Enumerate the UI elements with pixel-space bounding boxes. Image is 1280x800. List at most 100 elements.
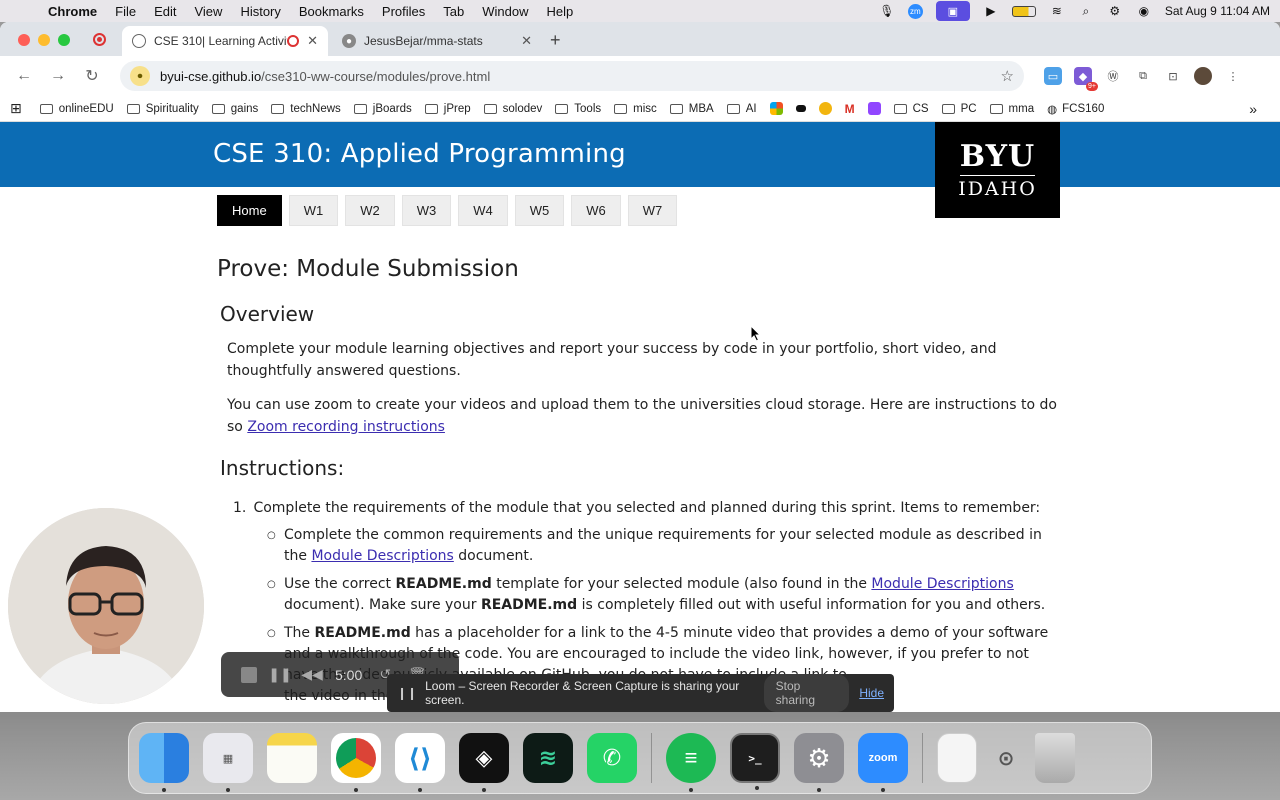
bookmark-yellow-icon[interactable] [818, 102, 832, 115]
menu-history[interactable]: History [231, 4, 289, 19]
microphone-icon[interactable]: 🎙 [879, 4, 895, 18]
stop-sharing-button[interactable]: Stop sharing [763, 674, 850, 712]
address-bar[interactable]: ⏺ byui-cse.github.io /cse310-ww-course/m… [120, 61, 1024, 91]
zoom-instructions-link[interactable]: Zoom recording instructions [247, 419, 445, 435]
rewind-icon[interactable]: ◀◀ [301, 666, 323, 684]
bookmark-onlineedu[interactable]: onlineEDU [39, 103, 114, 115]
launchpad-icon[interactable]: ▦ [203, 733, 253, 792]
more-bookmarks-icon[interactable]: » [1249, 101, 1257, 117]
bookmark-pc[interactable]: PC [941, 103, 977, 115]
trash-icon[interactable] [1035, 733, 1075, 783]
site-title[interactable]: CSE 310: Applied Programming [213, 139, 626, 169]
menu-app-name[interactable]: Chrome [46, 4, 106, 19]
menu-dots-icon[interactable]: ⋮ [1224, 67, 1242, 85]
minimize-window-button[interactable] [38, 34, 50, 46]
bookmark-mba[interactable]: MBA [669, 103, 714, 115]
close-tab-icon[interactable]: ✕ [307, 33, 318, 49]
bookmark-mma[interactable]: mma [989, 103, 1034, 115]
menu-view[interactable]: View [185, 4, 231, 19]
spotify-icon[interactable]: ≡ [666, 733, 716, 792]
screen-record-icon[interactable]: ▣ [935, 1, 970, 21]
download-stack-icon[interactable]: ⊙ [991, 733, 1021, 783]
bookmark-tools[interactable]: Tools [555, 103, 601, 115]
notes-icon[interactable] [267, 733, 317, 783]
wifi-icon[interactable]: ≋ [1049, 4, 1065, 18]
control-center-icon[interactable]: ⚙ [1107, 4, 1123, 18]
tab-mma-stats[interactable]: ● JesusBejar/mma-stats ✕ [332, 26, 542, 56]
menu-file[interactable]: File [106, 4, 145, 19]
twitch-icon[interactable] [867, 102, 881, 115]
recording-indicator-icon[interactable] [93, 33, 106, 46]
bookmark-jboards[interactable]: jBoards [353, 103, 412, 115]
menu-window[interactable]: Window [473, 4, 537, 19]
bookmark-cs[interactable]: CS [893, 103, 929, 115]
bookmark-star-icon[interactable]: ☆ [1001, 67, 1014, 85]
menu-bookmarks[interactable]: Bookmarks [290, 4, 373, 19]
bookmark-technews[interactable]: techNews [271, 103, 341, 115]
bookmark-gains[interactable]: gains [211, 103, 258, 115]
vscode-icon[interactable]: ⟨⟩ [395, 733, 445, 792]
nav-w2[interactable]: W2 [345, 195, 395, 226]
nav-w1[interactable]: W1 [288, 195, 339, 226]
extensions-puzzle-icon[interactable]: ⧉ [1134, 67, 1152, 85]
wordpress-icon[interactable]: Ⓦ [1104, 67, 1122, 85]
settings-icon[interactable]: ⚙ [794, 733, 844, 792]
menu-help[interactable]: Help [538, 4, 583, 19]
new-tab-icon[interactable]: + [550, 30, 561, 51]
whatsapp-icon[interactable]: ✆ [587, 733, 637, 783]
nav-w5[interactable]: W5 [514, 195, 565, 226]
finder-icon[interactable] [139, 733, 189, 792]
nav-home[interactable]: Home [217, 195, 282, 226]
app-icon[interactable]: ≋ [523, 733, 573, 783]
search-icon[interactable]: ⌕ [1078, 4, 1094, 18]
tab-cse310[interactable]: CSE 310| Learning Activiti ✕ [122, 26, 328, 56]
play-icon[interactable]: ▶ [983, 4, 999, 18]
terminal-icon[interactable]: >_ [730, 733, 780, 790]
zoom-status-icon[interactable]: zm [907, 3, 923, 19]
menu-tab[interactable]: Tab [434, 4, 473, 19]
module-descriptions-link[interactable]: Module Descriptions [871, 576, 1013, 592]
close-window-button[interactable] [18, 34, 30, 46]
bullet-text: has a placeholder for a link to the 4-5 … [410, 625, 1049, 641]
unity-icon[interactable]: ◈ [459, 733, 509, 792]
nav-w3[interactable]: W3 [401, 195, 452, 226]
nav-w6[interactable]: W6 [571, 195, 621, 226]
gmail-icon[interactable]: M [845, 102, 855, 116]
back-icon[interactable]: ← [10, 67, 38, 85]
webcam-bubble[interactable] [8, 508, 204, 704]
zoom-window-button[interactable] [58, 34, 70, 46]
chrome-icon[interactable] [331, 733, 381, 792]
bookmark-solodev[interactable]: solodev [483, 103, 542, 115]
folder-icon [353, 103, 367, 114]
pause-icon[interactable]: ❚❚ [268, 666, 291, 684]
siri-icon[interactable]: ◉ [1136, 4, 1152, 18]
bookmark-dark-icon[interactable] [795, 105, 806, 112]
file-icon[interactable] [937, 733, 977, 783]
profile-avatar[interactable] [1194, 67, 1212, 85]
battery-icon[interactable] [1011, 5, 1036, 17]
module-descriptions-link[interactable]: Module Descriptions [311, 548, 453, 564]
bookmark-jprep[interactable]: jPrep [424, 103, 471, 115]
microsoft-icon[interactable] [769, 102, 783, 115]
close-tab-icon[interactable]: ✕ [521, 33, 532, 49]
menu-edit[interactable]: Edit [145, 4, 185, 19]
bookmark-spirituality[interactable]: Spirituality [126, 103, 199, 115]
byu-idaho-logo[interactable]: BYU IDAHO [935, 122, 1060, 218]
apps-grid-icon[interactable]: ⊞ [10, 100, 22, 117]
site-info-icon[interactable]: ⏺ [130, 66, 150, 86]
nav-w7[interactable]: W7 [627, 195, 678, 226]
bookmark-fcs160[interactable]: ◍ FCS160 [1047, 102, 1104, 116]
bookmark-ai[interactable]: AI [726, 103, 757, 115]
nav-w4[interactable]: W4 [458, 195, 508, 226]
extension-notification-icon[interactable]: ◆ 9+ [1074, 67, 1098, 91]
bookmark-misc[interactable]: misc [614, 103, 657, 115]
forward-icon[interactable]: → [44, 67, 72, 85]
clock[interactable]: Sat Aug 9 11:04 AM [1165, 4, 1270, 18]
reload-icon[interactable]: ↻ [78, 66, 106, 86]
hide-button[interactable]: Hide [859, 686, 884, 700]
extension-icon[interactable]: ▭ [1044, 67, 1062, 85]
tab-search-icon[interactable]: ⊡ [1164, 67, 1182, 85]
stop-recording-icon[interactable] [241, 666, 257, 683]
zoom-icon[interactable]: zoom [858, 733, 908, 792]
menu-profiles[interactable]: Profiles [373, 4, 434, 19]
